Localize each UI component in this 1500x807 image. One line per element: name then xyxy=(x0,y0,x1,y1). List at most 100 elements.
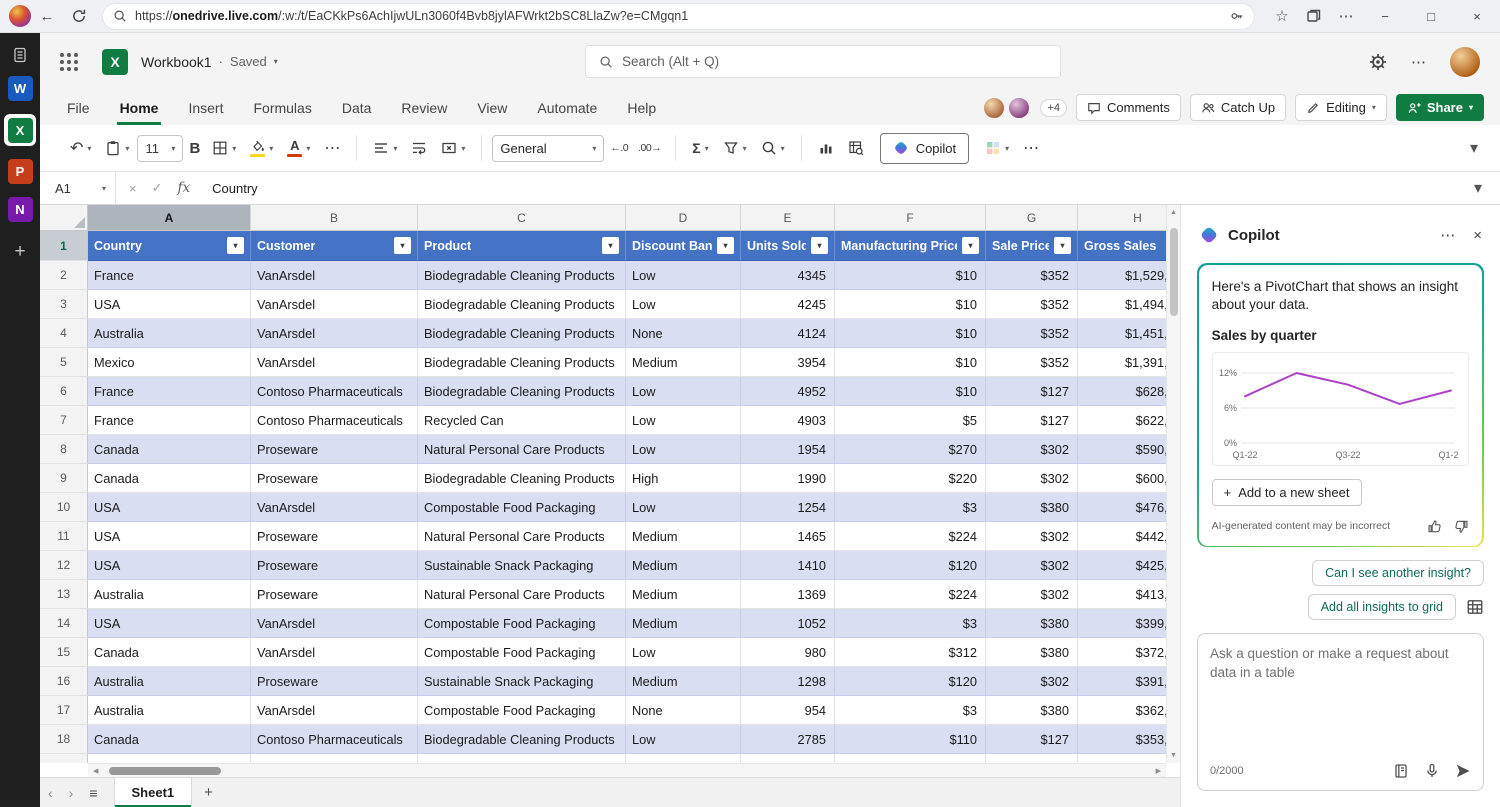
cell-C18[interactable]: Biodegradable Cleaning Products xyxy=(418,725,626,754)
cell-H11[interactable]: $442,430 xyxy=(1078,522,1166,551)
cell-D14[interactable]: Medium xyxy=(626,609,741,638)
cell-A7[interactable]: France xyxy=(88,406,251,435)
row-header-6[interactable]: 6 xyxy=(40,377,88,406)
cell-G9[interactable]: $302 xyxy=(986,464,1078,493)
expand-formula-bar-button[interactable]: ▾ xyxy=(1474,178,1500,198)
column-header-H[interactable]: H xyxy=(1078,205,1166,231)
cell-B4[interactable]: VanArsdel xyxy=(251,319,418,348)
cell-H9[interactable]: $600,980 xyxy=(1078,464,1166,493)
cell-C13[interactable]: Natural Personal Care Products xyxy=(418,580,626,609)
cell-H16[interactable]: $391,996 xyxy=(1078,667,1166,696)
cell-C17[interactable]: Compostable Food Packaging xyxy=(418,696,626,725)
cell-G18[interactable]: $127 xyxy=(986,725,1078,754)
cell-B5[interactable]: VanArsdel xyxy=(251,348,418,377)
cell-A15[interactable]: Canada xyxy=(88,638,251,667)
thumbs-up-icon[interactable] xyxy=(1427,519,1442,534)
cell-D2[interactable]: Low xyxy=(626,261,741,290)
sidebar-item-word[interactable]: W xyxy=(7,76,33,101)
tab-file[interactable]: File xyxy=(64,90,93,125)
cell-H3[interactable]: $1,494,240 xyxy=(1078,290,1166,319)
cell-E19[interactable]: 2780 xyxy=(741,754,835,763)
gear-icon[interactable] xyxy=(1369,53,1387,71)
row-header-18[interactable]: 18 xyxy=(40,725,88,754)
tab-formulas[interactable]: Formulas xyxy=(250,90,314,125)
cell-B16[interactable]: Proseware xyxy=(251,667,418,696)
cell-E9[interactable]: 1990 xyxy=(741,464,835,493)
row-header-15[interactable]: 15 xyxy=(40,638,88,667)
row-header-10[interactable]: 10 xyxy=(40,493,88,522)
filter-icon[interactable]: ▾ xyxy=(811,237,828,254)
cell-G3[interactable]: $352 xyxy=(986,290,1078,319)
cell-A10[interactable]: USA xyxy=(88,493,251,522)
horizontal-scroll-thumb[interactable] xyxy=(109,766,222,775)
cell-B9[interactable]: Proseware xyxy=(251,464,418,493)
cell-C10[interactable]: Compostable Food Packaging xyxy=(418,493,626,522)
cell-C9[interactable]: Biodegradable Cleaning Products xyxy=(418,464,626,493)
cell-G8[interactable]: $302 xyxy=(986,435,1078,464)
close-button[interactable]: × xyxy=(1454,0,1500,33)
cell-H13[interactable]: $413,438 xyxy=(1078,580,1166,609)
decrease-decimal-button[interactable]: ←.0 xyxy=(606,137,632,159)
cell-D6[interactable]: Low xyxy=(626,377,741,406)
cell-F9[interactable]: $220 xyxy=(835,464,986,493)
row-header-12[interactable]: 12 xyxy=(40,551,88,580)
scroll-up-icon[interactable]: ▲ xyxy=(1170,205,1177,220)
copilot-toolbar-button[interactable]: Copilot xyxy=(879,132,970,164)
cell-D15[interactable]: Low xyxy=(626,638,741,667)
cell-A18[interactable]: Canada xyxy=(88,725,251,754)
cell-C15[interactable]: Compostable Food Packaging xyxy=(418,638,626,667)
cell-G6[interactable]: $127 xyxy=(986,377,1078,406)
catch-up-button[interactable]: Catch Up xyxy=(1189,94,1287,121)
row-header-7[interactable]: 7 xyxy=(40,406,88,435)
table-header-product[interactable]: Product ▾ xyxy=(418,231,626,261)
prompt-guide-icon[interactable] xyxy=(1393,763,1409,779)
insert-chart-button[interactable] xyxy=(812,135,840,161)
favorites-button[interactable]: ☆ xyxy=(1266,0,1298,33)
formula-input[interactable]: Country xyxy=(212,181,1474,196)
maximize-button[interactable]: □ xyxy=(1408,0,1454,33)
cell-D8[interactable]: Low xyxy=(626,435,741,464)
send-icon[interactable] xyxy=(1455,763,1471,779)
insert-function-button[interactable]: fx xyxy=(178,180,191,196)
cell-B14[interactable]: VanArsdel xyxy=(251,609,418,638)
cell-F2[interactable]: $10 xyxy=(835,261,986,290)
cell-C2[interactable]: Biodegradable Cleaning Products xyxy=(418,261,626,290)
merge-cells-button[interactable]: ▾ xyxy=(435,135,471,161)
cell-H12[interactable]: $425,820 xyxy=(1078,551,1166,580)
comments-button[interactable]: Comments xyxy=(1076,94,1181,121)
cell-E7[interactable]: 4903 xyxy=(741,406,835,435)
cell-C14[interactable]: Compostable Food Packaging xyxy=(418,609,626,638)
sort-filter-button[interactable]: ▾ xyxy=(717,135,753,161)
table-header-gross-sales[interactable]: Gross Sales▾ xyxy=(1078,231,1166,261)
font-color-button[interactable]: A ▾ xyxy=(281,134,316,162)
name-box[interactable]: A1 ▾ xyxy=(40,172,116,204)
column-header-C[interactable]: C xyxy=(418,205,626,231)
cell-F16[interactable]: $120 xyxy=(835,667,986,696)
cell-D11[interactable]: Medium xyxy=(626,522,741,551)
cell-F19[interactable]: $100 xyxy=(835,754,986,763)
tab-automate[interactable]: Automate xyxy=(534,90,600,125)
copilot-close-button[interactable]: × xyxy=(1473,227,1482,244)
cell-H17[interactable]: $362,520 xyxy=(1078,696,1166,725)
filter-icon[interactable]: ▾ xyxy=(394,237,411,254)
cell-G2[interactable]: $352 xyxy=(986,261,1078,290)
row-header-13[interactable]: 13 xyxy=(40,580,88,609)
cell-B7[interactable]: Contoso Pharmaceuticals xyxy=(251,406,418,435)
browser-back-button[interactable]: ← xyxy=(31,0,63,33)
cell-C19[interactable]: Reusable Containers xyxy=(418,754,626,763)
vertical-scroll-thumb[interactable] xyxy=(1169,228,1178,316)
cell-G16[interactable]: $302 xyxy=(986,667,1078,696)
sheet-list-menu-icon[interactable]: ≡ xyxy=(81,785,105,801)
microphone-icon[interactable] xyxy=(1424,763,1440,779)
filter-icon[interactable]: ▾ xyxy=(717,237,734,254)
collaborator-avatar[interactable] xyxy=(982,95,1007,120)
tab-view[interactable]: View xyxy=(474,90,510,125)
cell-F15[interactable]: $312 xyxy=(835,638,986,667)
cell-H19[interactable]: $352,000 xyxy=(1078,754,1166,763)
cell-C16[interactable]: Sustainable Snack Packaging xyxy=(418,667,626,696)
cell-H8[interactable]: $590,108 xyxy=(1078,435,1166,464)
cell-G13[interactable]: $302 xyxy=(986,580,1078,609)
editing-mode-button[interactable]: Editing ▾ xyxy=(1295,94,1387,121)
cell-B3[interactable]: VanArsdel xyxy=(251,290,418,319)
cell-E6[interactable]: 4952 xyxy=(741,377,835,406)
